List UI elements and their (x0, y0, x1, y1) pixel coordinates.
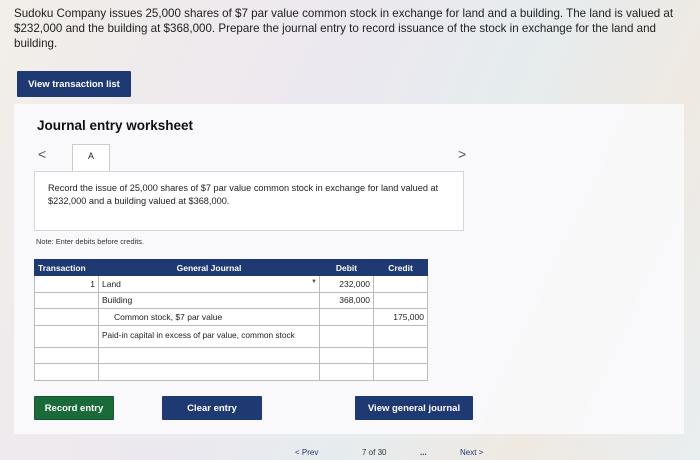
entry-note: Note: Enter debits before credits. (36, 237, 145, 246)
table-row (34, 346, 428, 364)
transaction-number (34, 308, 99, 326)
page-indicator: 7 of 30 (362, 448, 387, 457)
clear-entry-button[interactable]: Clear entry (162, 396, 262, 420)
header-credit: Credit (373, 259, 428, 276)
worksheet-title: Journal entry worksheet (37, 118, 194, 133)
account-select[interactable]: Common stock, $7 par value (98, 308, 320, 326)
credit-input[interactable]: 175,000 (373, 308, 428, 326)
table-row: 1 Land ▼ 232,000 (34, 275, 428, 293)
account-select[interactable]: Paid-in capital in excess of par value, … (98, 324, 320, 348)
debit-input[interactable] (319, 324, 374, 348)
account-select[interactable]: Building (98, 291, 320, 309)
record-entry-button[interactable]: Record entry (34, 396, 114, 420)
account-name: Common stock, $7 par value (114, 311, 223, 322)
transaction-description: Record the issue of 25,000 shares of $7 … (34, 171, 464, 231)
credit-input[interactable] (373, 324, 428, 348)
tab-a[interactable]: A (72, 144, 110, 172)
dropdown-arrow-icon[interactable]: ▼ (311, 279, 317, 285)
credit-input[interactable] (373, 363, 428, 381)
next-page-link[interactable]: Next > (460, 448, 483, 457)
account-name: Building (102, 295, 133, 306)
debit-input[interactable] (319, 308, 374, 326)
debit-input[interactable] (319, 363, 374, 381)
credit-input[interactable] (373, 291, 428, 309)
header-debit: Debit (319, 259, 374, 276)
transaction-number (34, 324, 99, 348)
debit-input[interactable]: 368,000 (319, 291, 374, 309)
table-row: Common stock, $7 par value 175,000 (34, 308, 428, 326)
prev-page-link[interactable]: < Prev (295, 448, 318, 457)
transaction-number (34, 346, 99, 364)
problem-statement: Sudoku Company issues 25,000 shares of $… (14, 7, 674, 50)
chevron-right-icon[interactable]: > (458, 146, 466, 162)
account-select[interactable] (98, 346, 320, 364)
more-pages-icon[interactable]: ... (420, 448, 427, 457)
credit-input[interactable] (373, 346, 428, 364)
view-general-journal-button[interactable]: View general journal (355, 396, 473, 420)
table-row: Building 368,000 (34, 291, 428, 309)
account-select[interactable] (98, 363, 320, 381)
account-name: Paid-in capital in excess of par value, … (102, 330, 295, 341)
account-select[interactable]: Land ▼ (98, 275, 320, 293)
debit-input[interactable] (319, 346, 374, 364)
transaction-number: 1 (34, 275, 99, 293)
header-transaction: Transaction (34, 259, 99, 276)
debit-input[interactable]: 232,000 (319, 275, 374, 293)
transaction-number (34, 363, 99, 381)
table-row (34, 363, 428, 381)
journal-table: Transaction General Journal Debit Credit… (34, 259, 428, 381)
view-transaction-list-button[interactable]: View transaction list (17, 71, 131, 97)
table-row: Paid-in capital in excess of par value, … (34, 324, 428, 348)
journal-worksheet-panel: Journal entry worksheet < > A Record the… (14, 104, 684, 434)
header-general-journal: General Journal (98, 259, 320, 276)
transaction-number (34, 291, 99, 309)
account-name: Land (102, 278, 121, 289)
credit-input[interactable] (373, 275, 428, 293)
chevron-left-icon[interactable]: < (38, 146, 46, 162)
